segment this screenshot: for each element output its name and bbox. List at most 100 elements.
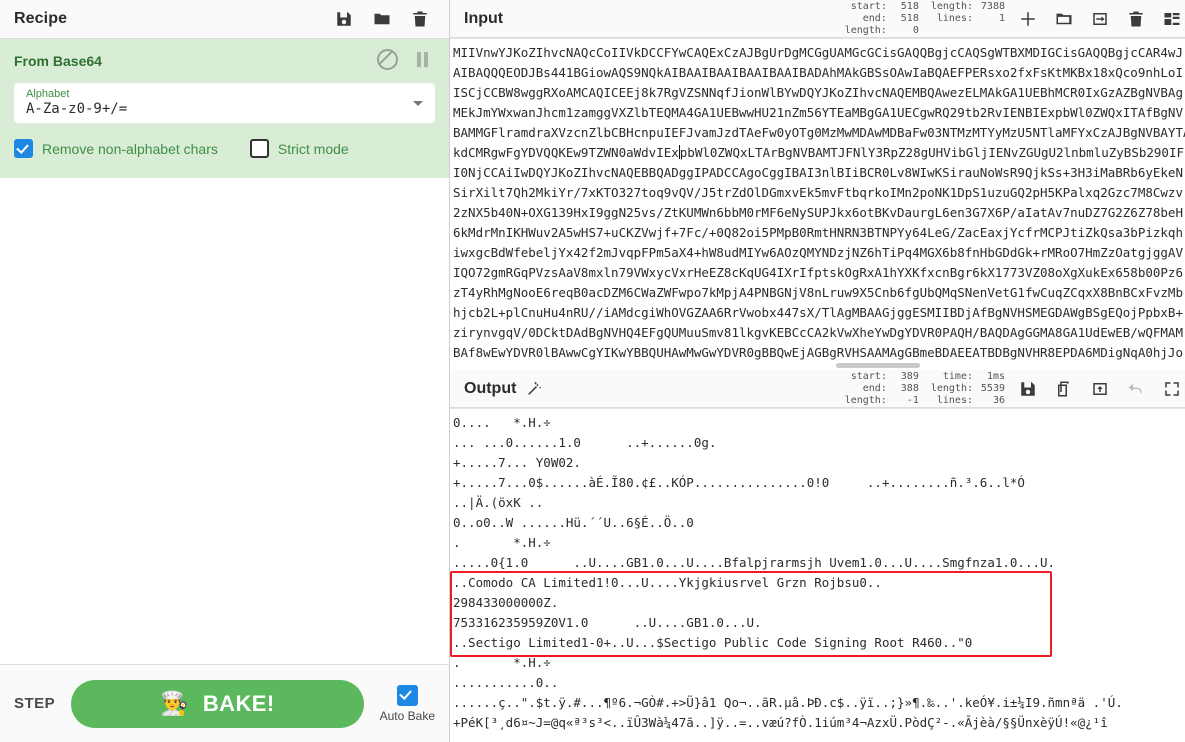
output-text-content: 0.... *.H.÷ ... ...0......1.0 ..+......0g… — [450, 409, 1185, 733]
chevron-down-icon[interactable] — [413, 100, 423, 106]
breakpoint-pause-icon[interactable] — [416, 52, 429, 70]
output-length-key: length: — [930, 382, 973, 394]
input-text-area[interactable]: MIIVnwYJKoZIhvcNAQcCoIIVkDCCFYwCAQExCzAJ… — [450, 38, 1185, 370]
clear-input-icon[interactable] — [1127, 10, 1145, 28]
recipe-toolbar — [335, 10, 435, 28]
text-line: ......ç..".$t.ÿ.#...¶º6.¬GÒ#.+>Ü}â1 Qo¬.… — [453, 695, 1123, 710]
input-sel-length-key: length: — [844, 24, 887, 36]
checkbox-box[interactable] — [14, 139, 33, 158]
auto-bake-toggle[interactable]: Auto Bake — [379, 684, 435, 723]
output-end-key: end: — [862, 382, 887, 394]
recipe-operation-from-base64[interactable]: From Base64 Alphabet A-Za-z0-9+/= Remove… — [0, 39, 449, 178]
text-line: 0..o0..W ......Hü.´´U..6§É..Ö..0 — [453, 515, 694, 530]
text-line: . *.H.÷ — [453, 535, 551, 550]
undo-icon[interactable] — [1127, 380, 1145, 398]
text-line: 6kMdrMnIKHWuv2A5wHS7+uCKZVwjf+7Fc/+0Q82o… — [453, 225, 1183, 240]
text-line: zT4yRhMgNooE6reqB0acDZM6CWaZWFwpo7kMpjA4… — [453, 285, 1183, 300]
recipe-controls-bar: STEP 👨‍🍳 BAKE! Auto Bake — [0, 664, 449, 742]
text-line: BAMMGFlramdraXVzcnZlbCBHcnpuIEFJvamJzdTA… — [453, 125, 1185, 140]
text-line: 2zNX5b40N+OXG139HxI9ggN25vs/ZtKUMWn6bbM0… — [453, 205, 1183, 220]
input-sel-length-value: 0 — [912, 24, 919, 36]
text-line: ...........0.. — [453, 675, 559, 690]
text-line: SirXilt7Qh2MkiYr/7xKTO327toq9vQV/J5trZdO… — [453, 185, 1183, 200]
text-line: MIIVnwYJKoZIhvcNAQcCoIIVkDCCFYwCAQExCzAJ… — [453, 45, 1183, 60]
input-text-content[interactable]: MIIVnwYJKoZIhvcNAQcCoIIVkDCCFYwCAQExCzAJ… — [450, 39, 1185, 363]
input-start-value: 518 — [900, 0, 919, 12]
replace-input-icon[interactable] — [1091, 380, 1109, 398]
output-lines-value: 36 — [992, 394, 1005, 406]
recipe-operation-list[interactable]: From Base64 Alphabet A-Za-z0-9+/= Remove… — [0, 39, 449, 664]
output-lines-key: lines: — [936, 394, 973, 406]
text-line: +PéK[³¸d6¤~J=@q«ª³s³<..ïÛ3Wà¼47ã..]ÿ..=.… — [453, 715, 1108, 730]
strict-mode-checkbox[interactable]: Strict mode — [249, 139, 349, 158]
text-line: .....0{1.0 ..U....GB1.0...U....Bfalpjrar… — [453, 555, 1056, 570]
output-length-value: 5539 — [980, 382, 1005, 394]
recipe-title-bar: Recipe — [0, 0, 449, 39]
input-lines-value: 1 — [998, 12, 1005, 24]
input-length-value: 7388 — [980, 0, 1005, 12]
output-title-bar: Output start: 389 end: 388 length: -1 time:… — [450, 370, 1185, 408]
input-title: Input — [464, 9, 504, 27]
save-output-icon[interactable] — [1019, 380, 1037, 398]
output-toolbar — [1019, 380, 1185, 398]
output-time-value: 1ms — [986, 370, 1005, 382]
save-recipe-icon[interactable] — [335, 10, 353, 28]
alphabet-field[interactable]: Alphabet A-Za-z0-9+/= — [14, 83, 435, 123]
input-length-key: length: — [930, 0, 973, 12]
text-line: 753316235959Z0V1.0 ..U....GB1.0...U. — [453, 615, 762, 630]
text-line: I0NjCCAiIwDQYJKoZIhvcNAQEBBQADggIPADCCAg… — [453, 165, 1183, 180]
text-line: MEkJmYWxwanJhcm1zamggVXZlbTEQMA4GA1UEBww… — [453, 105, 1183, 120]
auto-bake-checkbox[interactable] — [396, 684, 418, 706]
step-button[interactable]: STEP — [14, 695, 55, 712]
remove-non-alphabet-chars-checkbox[interactable]: Remove non-alphabet chars — [14, 139, 218, 158]
text-line: 0.... *.H.÷ — [453, 415, 551, 430]
input-size-meters: length: 7388 lines: 1 — [931, 1, 1005, 37]
text-line: ISCjCCBW8wggRXoAMCAQICEEj8k7RgVZSNNqfJio… — [453, 85, 1183, 100]
input-selection-meters: start: 518 end: 518 length: 0 — [845, 1, 919, 37]
output-selection-meters: start: 389 end: 388 length: -1 — [845, 371, 919, 407]
output-end-value: 388 — [900, 382, 919, 394]
text-line: AIBAQQQEODJBs441BGiowAQS9NQkAIBAAIBAAIBA… — [453, 65, 1183, 80]
output-size-meters: time: 1ms length: 5539 lines: 36 — [931, 371, 1005, 407]
reset-pane-layout-icon[interactable] — [1163, 10, 1181, 28]
text-line: +.....7... Y0W02. — [453, 455, 581, 470]
output-sel-length-key: length: — [844, 394, 887, 406]
clear-recipe-icon[interactable] — [411, 10, 429, 28]
output-time-key: time: — [942, 370, 973, 382]
add-input-tab-icon[interactable] — [1019, 10, 1037, 28]
text-line: ..Comodo CA Limited1!0...U....Ykjgkiusrv… — [453, 575, 882, 590]
output-start-key: start: — [850, 370, 887, 382]
strict-mode-label: Strict mode — [277, 140, 349, 157]
operation-checkboxes: Remove non-alphabet chars Strict mode — [14, 139, 435, 158]
output-meters: start: 389 end: 388 length: -1 time: 1ms len… — [845, 371, 1019, 407]
input-meters: start: 518 end: 518 length: 0 length: 7388 l… — [845, 1, 1019, 37]
input-horizontal-scrollbar[interactable] — [450, 361, 1185, 370]
text-line: ..|Ä.(öxK .. — [453, 495, 544, 510]
checkbox-box[interactable] — [249, 139, 269, 158]
bake-button[interactable]: 👨‍🍳 BAKE! — [71, 679, 364, 728]
open-folder-as-input-icon[interactable] — [1055, 10, 1073, 28]
input-title-bar: Input start: 518 end: 518 length: 0 length:… — [450, 0, 1185, 38]
input-start-key: start: — [850, 0, 887, 12]
maximise-output-icon[interactable] — [1163, 380, 1181, 398]
text-line: iwxgcBdWfebeljYx42f2mJvqpFPm5aX4+hW8udMI… — [453, 245, 1183, 260]
output-text-area[interactable]: 0.... *.H.÷ ... ...0......1.0 ..+......0g… — [450, 408, 1185, 742]
load-recipe-icon[interactable] — [373, 10, 391, 28]
text-line: IQO72gmRGqPVzsAaV8mxln79VWxycVxrHeEZ8cKq… — [453, 265, 1183, 280]
input-lines-key: lines: — [936, 12, 973, 24]
open-file-as-input-icon[interactable] — [1091, 10, 1109, 28]
operation-controls — [377, 49, 435, 73]
output-start-value: 389 — [900, 370, 919, 382]
copy-output-icon[interactable] — [1055, 380, 1073, 398]
input-end-key: end: — [862, 12, 887, 24]
auto-bake-label: Auto Bake — [379, 708, 435, 723]
magic-wand-icon[interactable] — [525, 380, 542, 397]
scrollbar-thumb[interactable] — [836, 363, 920, 368]
alphabet-input[interactable]: A-Za-z0-9+/= — [26, 101, 413, 118]
remove-non-alphabet-chars-label: Remove non-alphabet chars — [42, 140, 218, 157]
text-line: kdCMRgwFgYDVQQKEw9TZWN0aWdvIExpbWl0ZWQxL… — [453, 145, 1184, 160]
text-line: ... ...0......1.0 ..+......0g. — [453, 435, 717, 450]
cyberchef-app: Recipe From Base64 Alphabet A-Za-z0-9+/=… — [0, 0, 1185, 742]
disable-operation-icon[interactable] — [377, 49, 398, 73]
text-line: BAf8wEwYDVR0lBAwwCgYIKwYBBQUHAwMwGwYDVR0… — [453, 345, 1183, 360]
